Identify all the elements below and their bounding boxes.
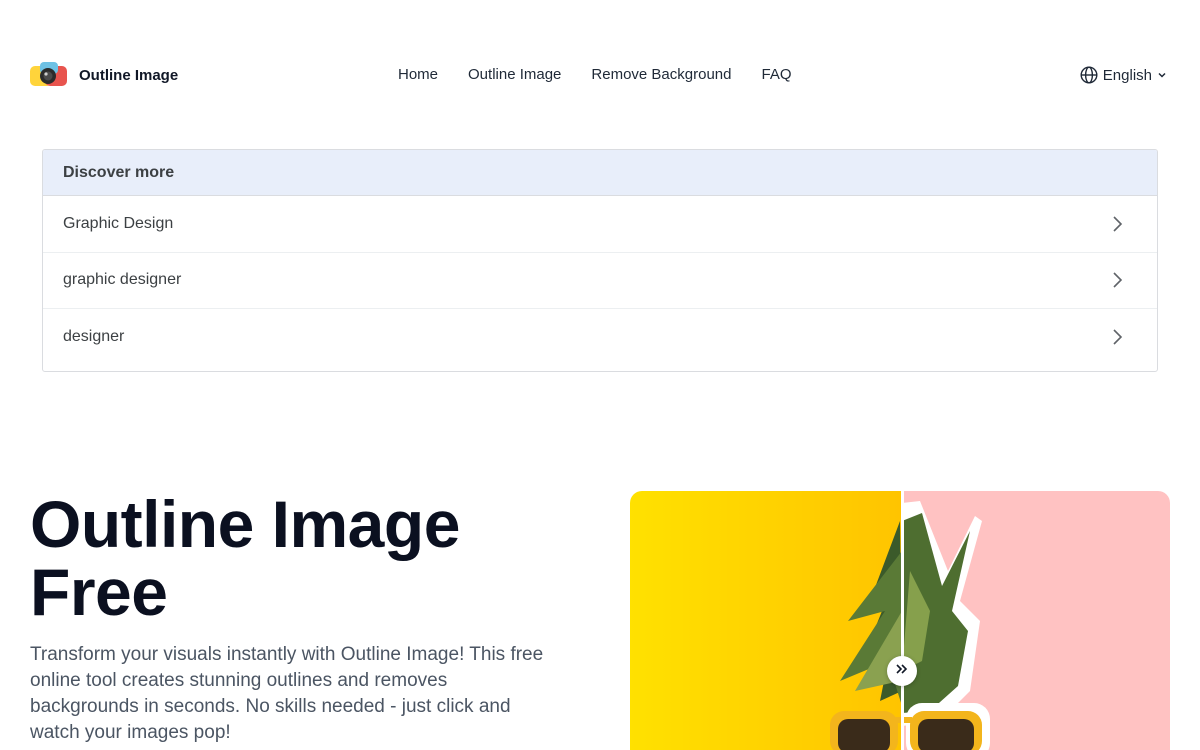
discover-item-label: Graphic Design (63, 214, 174, 232)
discover-item-graphic-designer[interactable]: graphic designer (43, 253, 1157, 309)
logo[interactable]: Outline Image (30, 60, 178, 90)
hero-description: Transform your visuals instantly with Ou… (30, 644, 544, 743)
before-after-comparison[interactable] (630, 491, 1170, 750)
site-header: Outline Image Home Outline Image Remove … (0, 0, 1200, 150)
main-nav: Home Outline Image Remove Background FAQ (398, 66, 792, 83)
chevron-down-icon (1157, 70, 1167, 80)
comparison-divider (901, 491, 904, 750)
discover-item-designer[interactable]: designer (43, 309, 1157, 366)
language-selector[interactable]: English (1080, 66, 1167, 84)
hero-title: Outline Image Free (30, 490, 590, 626)
discover-item-graphic-design[interactable]: Graphic Design (43, 196, 1157, 253)
discover-item-label: designer (63, 328, 125, 346)
nav-home[interactable]: Home (398, 66, 438, 83)
language-label: English (1102, 66, 1152, 84)
hero-title-line1: Outline Image (30, 487, 460, 561)
globe-icon (1080, 66, 1098, 84)
comparison-slider-handle[interactable] (887, 656, 917, 686)
chevron-right-icon (1111, 215, 1123, 233)
nav-faq[interactable]: FAQ (761, 66, 791, 83)
hero-title-line2: Free (30, 555, 168, 629)
discover-more-panel: Discover more Graphic Design graphic des… (42, 149, 1158, 372)
chevron-right-icon (1111, 271, 1123, 289)
double-chevron-right-icon (895, 662, 909, 680)
nav-outline-image[interactable]: Outline Image (468, 66, 561, 83)
logo-text: Outline Image (79, 66, 179, 84)
nav-remove-background[interactable]: Remove Background (591, 66, 731, 83)
discover-more-heading: Discover more (43, 150, 1157, 196)
camera-logo-icon (30, 60, 67, 90)
discover-item-label: graphic designer (63, 271, 182, 289)
chevron-right-icon (1111, 328, 1123, 346)
